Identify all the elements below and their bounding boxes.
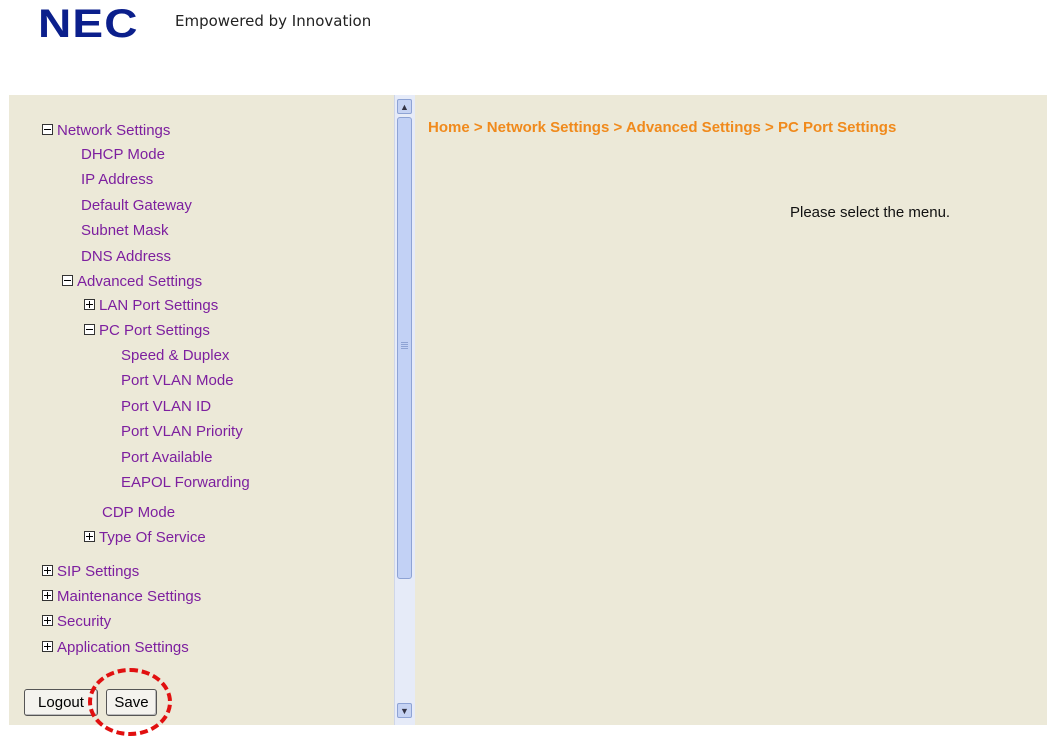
content-panel — [415, 95, 1047, 725]
tree-item-port-vlan-mode[interactable]: Port VLAN Mode — [121, 372, 234, 390]
expand-icon[interactable] — [42, 565, 53, 576]
collapse-icon[interactable] — [62, 275, 73, 286]
expand-icon[interactable] — [84, 299, 95, 310]
scroll-down-icon[interactable]: ▼ — [397, 703, 412, 718]
breadcrumb: Home > Network Settings > Advanced Setti… — [428, 119, 897, 136]
tree-item-application-settings[interactable]: Application Settings — [42, 639, 189, 657]
tree-item-port-vlan-priority[interactable]: Port VLAN Priority — [121, 423, 243, 441]
tagline: Empowered by Innovation — [175, 12, 372, 30]
scroll-up-icon[interactable]: ▲ — [397, 99, 412, 114]
tree-item-port-available[interactable]: Port Available — [121, 449, 212, 467]
nec-logo: NEC — [38, 2, 139, 46]
tree-item-port-vlan-id[interactable]: Port VLAN ID — [121, 398, 211, 416]
tree-item-speed-duplex[interactable]: Speed & Duplex — [121, 347, 229, 365]
highlight-annotation — [88, 668, 172, 736]
page-header: NEC Empowered by Innovation — [0, 0, 1047, 95]
tree-item-eapol-forwarding[interactable]: EAPOL Forwarding — [121, 474, 250, 492]
collapse-icon[interactable] — [42, 124, 53, 135]
status-message: Please select the menu. — [790, 204, 951, 221]
tree-item-type-of-service[interactable]: Type Of Service — [84, 529, 206, 547]
tree-item-maintenance-settings[interactable]: Maintenance Settings — [42, 588, 201, 606]
tree-item-dns-address[interactable]: DNS Address — [81, 248, 171, 266]
expand-icon[interactable] — [42, 590, 53, 601]
expand-icon[interactable] — [42, 641, 53, 652]
tree-item-advanced-settings[interactable]: Advanced Settings — [62, 273, 202, 291]
tree-item-ip-address[interactable]: IP Address — [81, 171, 153, 189]
logout-button[interactable]: Logout — [24, 689, 98, 716]
expand-icon[interactable] — [84, 531, 95, 542]
tree-item-lan-port-settings[interactable]: LAN Port Settings — [84, 297, 218, 315]
tree-item-subnet-mask[interactable]: Subnet Mask — [81, 222, 169, 240]
tree-item-network-settings[interactable]: Network Settings — [42, 122, 170, 140]
collapse-icon[interactable] — [84, 324, 95, 335]
tree-item-security[interactable]: Security — [42, 613, 111, 631]
tree-item-dhcp-mode[interactable]: DHCP Mode — [81, 146, 165, 164]
tree-item-sip-settings[interactable]: SIP Settings — [42, 563, 139, 581]
grip-icon — [401, 342, 408, 343]
scrollbar-thumb[interactable] — [397, 117, 412, 579]
tree-item-default-gateway[interactable]: Default Gateway — [81, 197, 192, 215]
nav-scrollbar[interactable]: ▲ ▼ — [394, 95, 415, 725]
tree-item-cdp-mode[interactable]: CDP Mode — [102, 504, 175, 522]
tree-item-pc-port-settings[interactable]: PC Port Settings — [84, 322, 210, 340]
expand-icon[interactable] — [42, 615, 53, 626]
